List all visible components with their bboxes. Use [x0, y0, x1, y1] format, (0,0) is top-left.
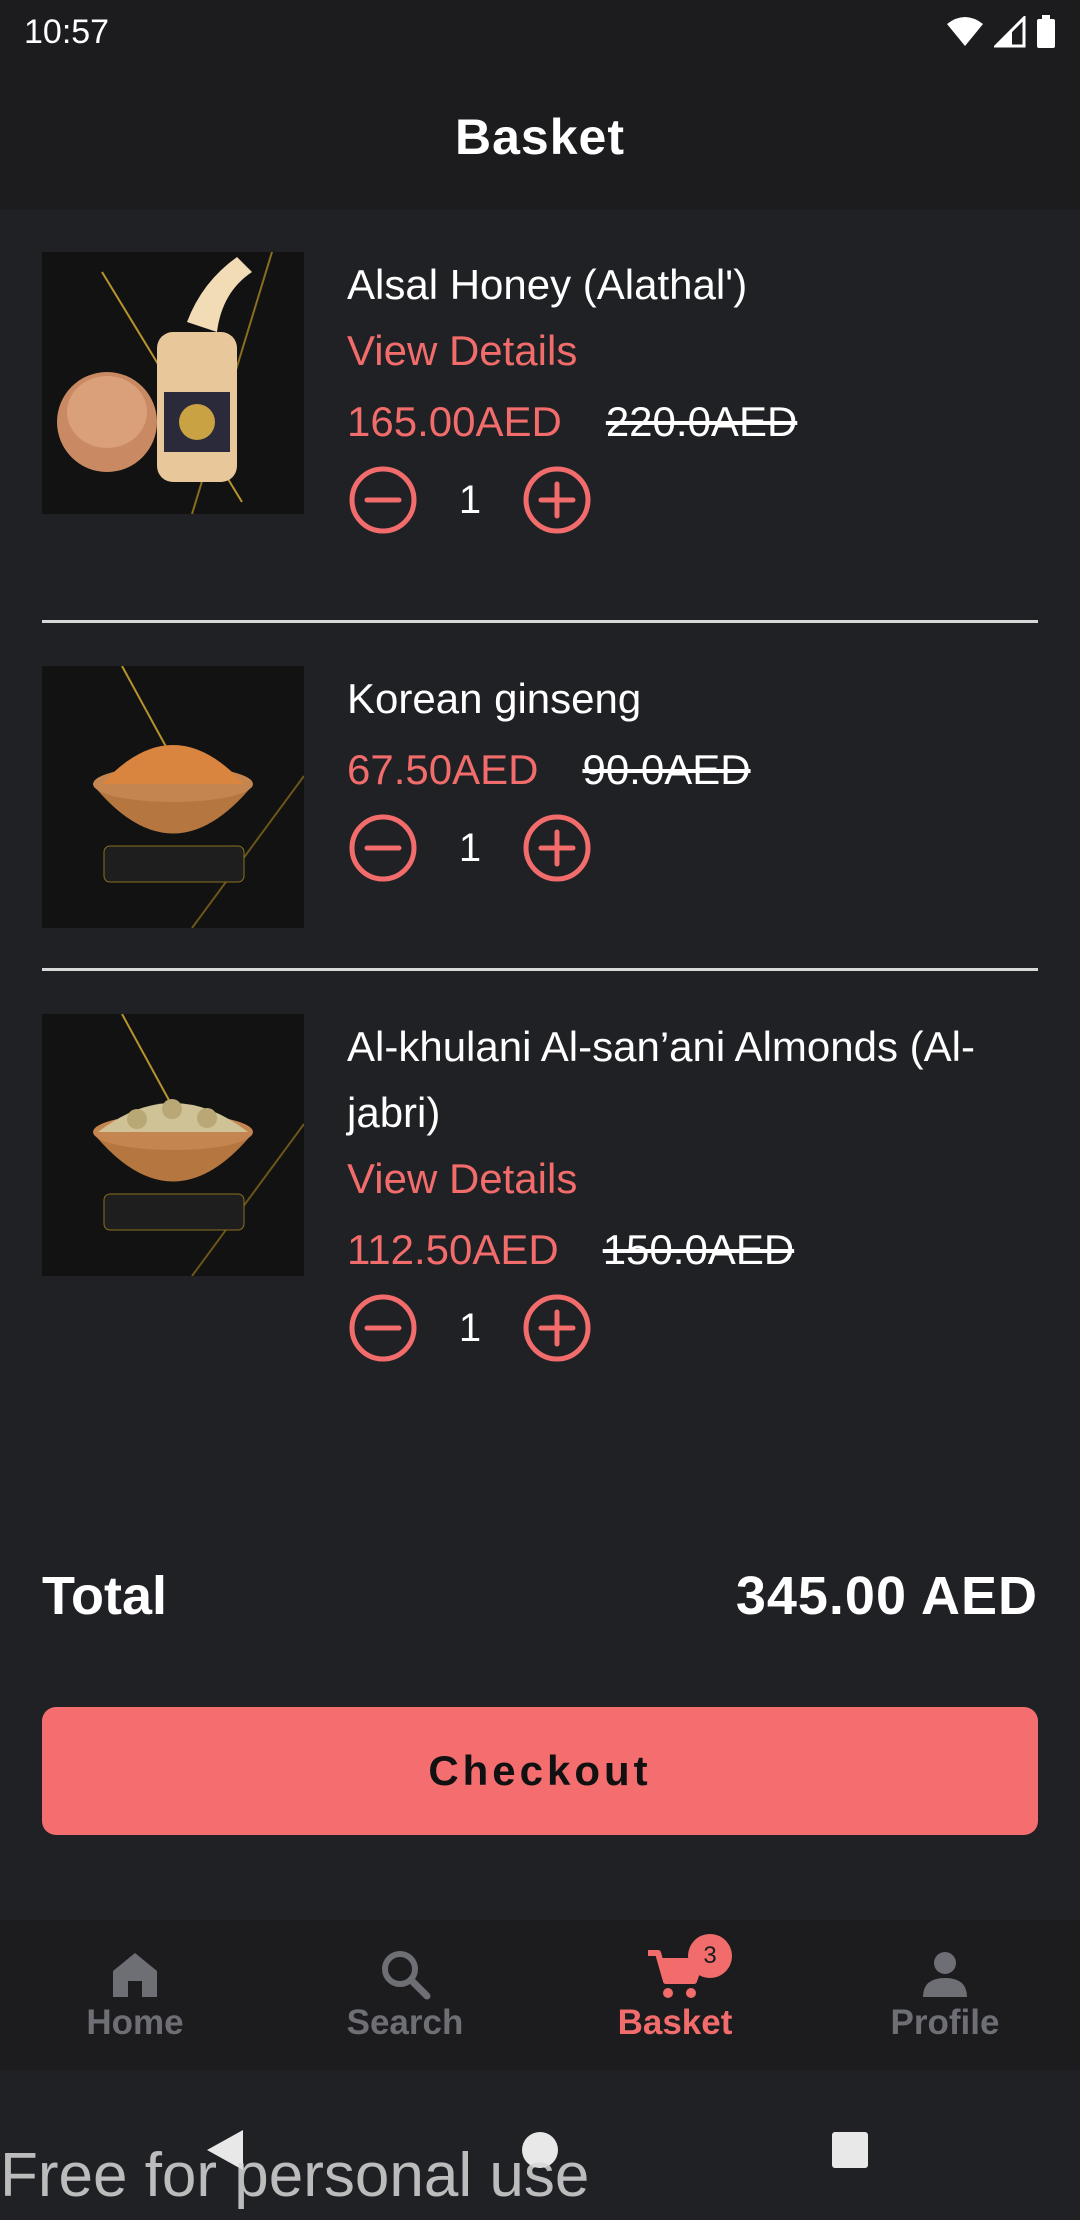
increase-quantity-button[interactable] — [521, 1292, 593, 1364]
item-info: Alsal Honey (Alathal') View Details 165.… — [347, 252, 1037, 536]
nav-item-basket[interactable]: 3 Basket — [540, 1920, 810, 2070]
signal-icon — [994, 16, 1026, 48]
nav-label: Basket — [617, 2003, 733, 2042]
quantity-stepper: 1 — [347, 1292, 1037, 1364]
bottom-navigation: Home Search 3 Basket Profile — [0, 1920, 1080, 2070]
nav-label: Profile — [890, 2003, 1000, 2042]
original-price: 150.0AED — [602, 1226, 795, 1273]
watermark-text: Free for personal use — [0, 2141, 590, 2210]
status-bar: 10:57 — [0, 0, 1080, 64]
price-row: 67.50AED 90.0AED — [347, 746, 1037, 794]
decrease-quantity-button[interactable] — [347, 1292, 419, 1364]
decrease-quantity-button[interactable] — [347, 464, 419, 536]
divider — [42, 968, 1038, 971]
decrease-quantity-button[interactable] — [347, 812, 419, 884]
total-value: 345.00 AED — [735, 1566, 1038, 1626]
price-row: 112.50AED 150.0AED — [347, 1226, 1037, 1274]
current-price: 67.50AED — [347, 746, 539, 793]
product-image — [42, 1014, 304, 1276]
quantity-value: 1 — [458, 1305, 482, 1350]
quantity-stepper: 1 — [347, 464, 1037, 536]
person-icon — [923, 1952, 967, 1997]
nav-label: Home — [86, 2003, 184, 2042]
original-price: 220.0AED — [605, 398, 798, 445]
quantity-stepper: 1 — [347, 812, 1037, 884]
basket-item: Alsal Honey (Alathal') View Details 165.… — [42, 252, 1038, 552]
nav-item-profile[interactable]: Profile — [810, 1920, 1080, 2070]
nav-label: Search — [346, 2003, 464, 2042]
home-icon — [113, 1953, 157, 1997]
item-name: Alsal Honey (Alathal') — [347, 261, 748, 308]
wifi-icon — [947, 17, 983, 46]
increase-quantity-button[interactable] — [521, 812, 593, 884]
app-bar: Basket — [0, 64, 1080, 210]
search-icon — [382, 1951, 431, 2000]
divider — [42, 620, 1038, 623]
view-details-link[interactable]: View Details — [347, 318, 1037, 384]
nav-item-search[interactable]: Search — [270, 1920, 540, 2070]
total-row: Total 345.00 AED — [42, 1565, 1038, 1627]
increase-quantity-button[interactable] — [521, 464, 593, 536]
item-name: Korean ginseng — [347, 675, 642, 722]
product-image — [42, 666, 304, 928]
view-details-link[interactable]: View Details — [347, 1146, 1037, 1212]
recents-icon[interactable] — [830, 2130, 870, 2170]
price-row: 165.00AED 220.0AED — [347, 398, 1037, 446]
item-info: Al-khulani Al-san’ani Almonds (Al-jabri)… — [347, 1014, 1037, 1364]
quantity-value: 1 — [458, 825, 482, 870]
current-price: 112.50AED — [347, 1226, 559, 1273]
status-icons — [946, 15, 1056, 49]
basket-item: Al-khulani Al-san’ani Almonds (Al-jabri)… — [42, 1014, 1038, 1394]
basket-item: Korean ginseng 67.50AED 90.0AED 1 — [42, 666, 1038, 946]
product-image — [42, 252, 304, 514]
item-info: Korean ginseng 67.50AED 90.0AED 1 — [347, 666, 1037, 884]
current-price: 165.00AED — [347, 398, 562, 445]
nav-item-home[interactable]: Home — [0, 1920, 270, 2070]
cart-count-badge: 3 — [688, 1934, 732, 1978]
battery-icon — [1037, 15, 1055, 48]
total-label: Total — [42, 1566, 167, 1626]
item-name: Al-khulani Al-san’ani Almonds (Al-jabri) — [347, 1023, 975, 1136]
checkout-button[interactable]: Checkout — [42, 1707, 1038, 1835]
quantity-value: 1 — [458, 477, 482, 522]
original-price: 90.0AED — [582, 746, 751, 793]
status-time: 10:57 — [24, 12, 110, 51]
page-title: Basket — [455, 109, 625, 165]
